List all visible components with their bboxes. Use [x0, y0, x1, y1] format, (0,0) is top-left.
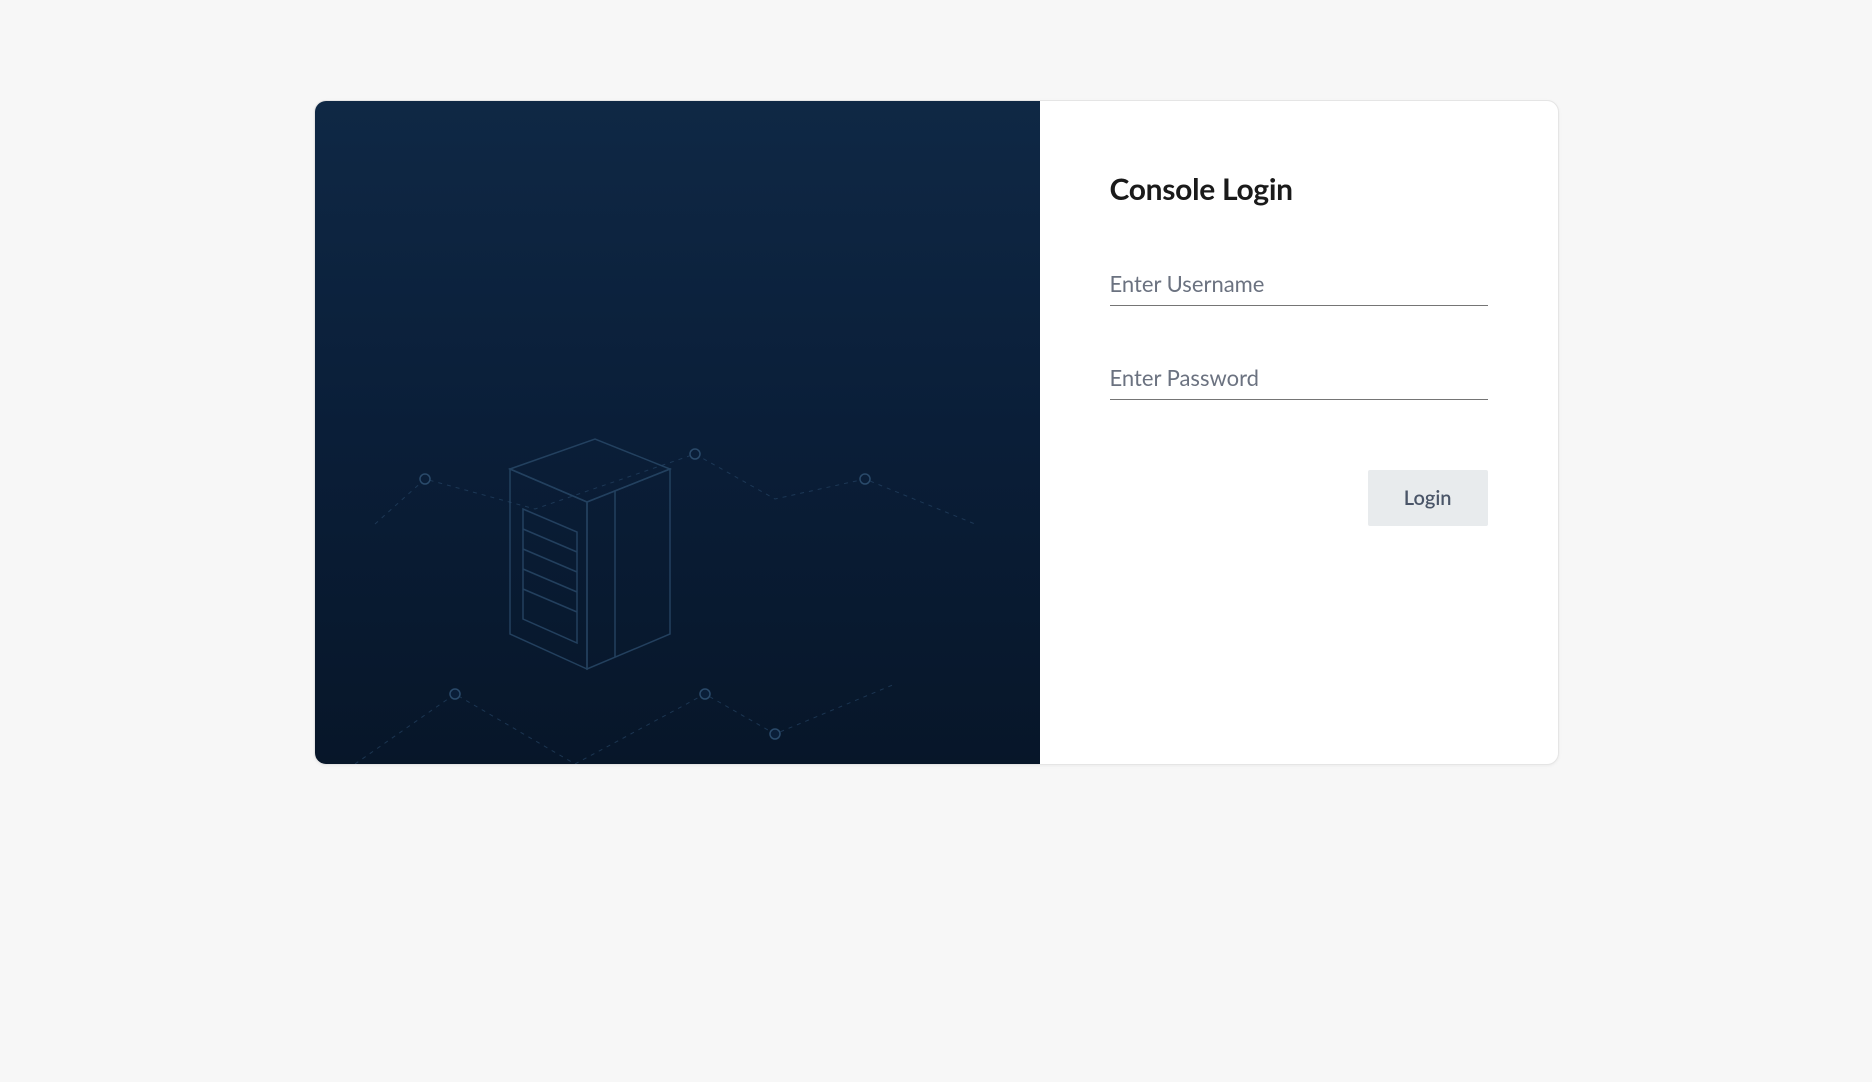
page-title: Console Login	[1110, 171, 1488, 207]
login-form-panel: Console Login Login	[1040, 101, 1558, 764]
login-button[interactable]: Login	[1368, 470, 1488, 526]
username-input[interactable]	[1110, 262, 1488, 306]
password-group	[1110, 356, 1488, 400]
decorative-panel	[315, 101, 1040, 764]
server-illustration	[315, 324, 1040, 764]
username-group	[1110, 262, 1488, 306]
password-input[interactable]	[1110, 356, 1488, 400]
login-card: Console Login Login	[314, 100, 1559, 765]
button-row: Login	[1110, 470, 1488, 526]
